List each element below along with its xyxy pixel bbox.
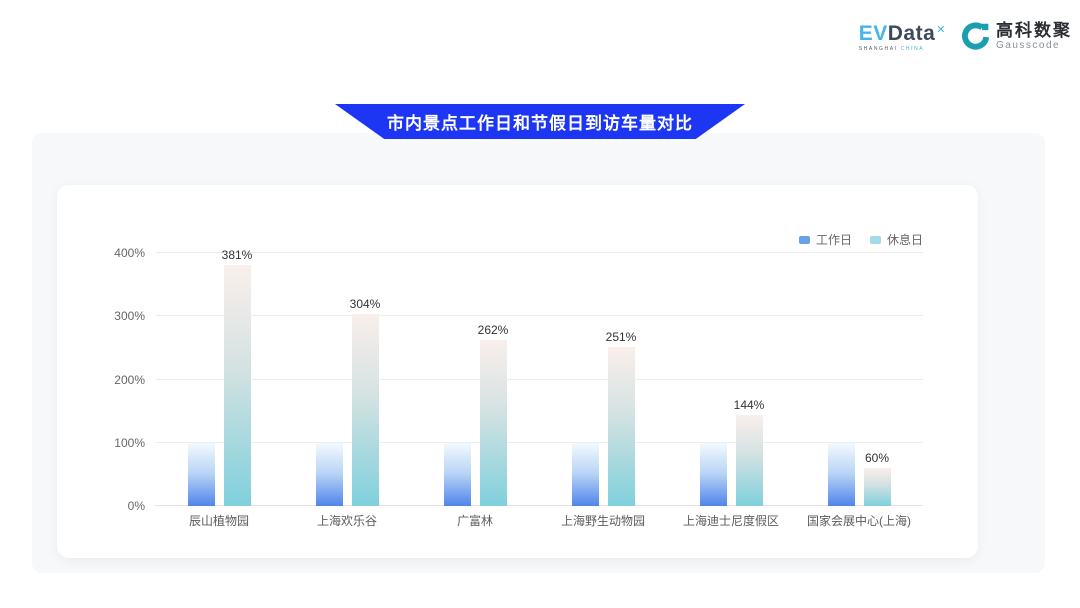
x-axis-label: 国家会展中心(上海) [795,512,923,529]
header-logos: EVData✕ SHANGHAI CHINA 高科数聚 Gausscode [859,20,1072,52]
evdata-subtext: SHANGHAI CHINA [859,46,924,52]
value-label: 60% [865,451,889,465]
value-label: 144% [734,398,765,412]
restday-bar[interactable]: 381% [224,265,251,506]
workday-bar[interactable] [572,443,599,506]
value-label: 381% [222,248,253,262]
restday-bar-wrap: 262% [480,253,507,506]
evdata-logo: EVData✕ SHANGHAI CHINA [859,20,945,52]
restday-bar-wrap: 304% [352,253,379,506]
y-tick-400%: 400% [97,246,145,260]
value-label: 251% [606,330,637,344]
gausscode-en-label: Gausscode [996,41,1072,51]
plot-area: 0%100%200%300%400%381%304%262%251%144%60… [155,253,923,506]
bar-group: 381% [155,253,283,506]
x-axis-label: 上海迪士尼度假区 [667,512,795,529]
evdata-wordmark: EVData✕ [859,24,945,44]
y-tick-0%: 0% [97,499,145,513]
workday-bar[interactable] [316,443,343,506]
x-axis-label: 辰山植物园 [155,512,283,529]
workday-bar[interactable] [444,443,471,506]
restday-bar[interactable]: 60% [864,468,891,506]
restday-bar[interactable]: 304% [352,314,379,506]
x-axis-labels: 辰山植物园上海欢乐谷广富林上海野生动物园上海迪士尼度假区国家会展中心(上海) [155,512,923,529]
y-tick-100%: 100% [97,436,145,450]
restday-bar-wrap: 144% [736,253,763,506]
chart-card: 工作日 休息日 0% 100% 200% 300% 400% 381% 304% 262% 25… [57,185,978,558]
evdata-data-text: Data [888,22,936,45]
bar-group: 144% [667,253,795,506]
title-banner: 市内景点工作日和节假日到访车量对比 [335,104,745,139]
restday-bar[interactable]: 251% [608,347,635,506]
x-axis-label: 上海欢乐谷 [283,512,411,529]
restday-bar-wrap: 251% [608,253,635,506]
restday-bar[interactable]: 262% [480,340,507,506]
legend-workday-label: 工作日 [816,231,852,248]
evdata-sub-left: SHANGHAI [859,46,898,52]
restday-bar-wrap: 60% [864,253,891,506]
gausscode-icon [959,20,991,52]
gausscode-logo: 高科数聚 Gausscode [959,20,1072,52]
evdata-ev-text: EV [859,22,888,45]
restday-bar[interactable]: 144% [736,415,763,506]
bar-group: 304% [283,253,411,506]
evdata-sub-right: CHINA [901,46,925,52]
restday-bar-wrap: 381% [224,253,251,506]
gausscode-cn-label: 高科数聚 [996,22,1072,39]
workday-swatch-icon [799,236,810,244]
legend-item-restday[interactable]: 休息日 [870,231,923,248]
y-tick-200%: 200% [97,373,145,387]
bar-groups: 381% 304% 262% 251% 144% 60% [155,253,923,506]
x-axis-label: 上海野生动物园 [539,512,667,529]
value-label: 262% [478,323,509,337]
chart-legend: 工作日 休息日 [799,231,923,248]
evdata-x-icon: ✕ [936,24,946,36]
x-axis-label: 广富林 [411,512,539,529]
bar-group: 262% [411,253,539,506]
legend-restday-label: 休息日 [887,231,923,248]
bar-group: 251% [539,253,667,506]
y-tick-300%: 300% [97,309,145,323]
workday-bar[interactable] [188,443,215,506]
bar-group: 60% [795,253,923,506]
page-title: 市内景点工作日和节假日到访车量对比 [387,109,693,134]
value-label: 304% [350,297,381,311]
workday-bar[interactable] [700,443,727,506]
legend-item-workday[interactable]: 工作日 [799,231,852,248]
workday-bar[interactable] [828,443,855,506]
restday-swatch-icon [870,236,881,244]
